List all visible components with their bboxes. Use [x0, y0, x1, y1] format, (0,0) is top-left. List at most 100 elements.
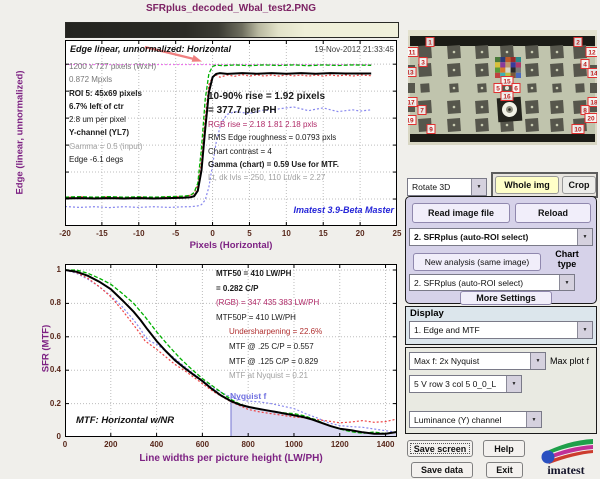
svg-text:3: 3 — [421, 60, 425, 67]
mtf-y-tick-label: 1 — [56, 265, 61, 274]
svg-text:1: 1 — [428, 40, 432, 47]
mtf-annotation-line: (RGB) = 347 435 383 LW/PH — [216, 298, 320, 308]
edge-annotation-line: 6.7% left of ctr — [69, 101, 124, 111]
roi-marker: 20 — [584, 113, 597, 123]
read-image-file-button[interactable]: Read image file — [412, 203, 510, 223]
chart-type-bottom-value: 2. SFRplus (auto-ROI select) — [414, 277, 524, 288]
mtf-x-tick-label: 400 — [149, 440, 164, 449]
imatest-logo: imatest — [541, 439, 593, 477]
roi-marker: 13 — [408, 67, 417, 77]
mtf-y-tick-label: 0 — [56, 432, 61, 441]
mtf-annotation-line: Undersharpening = 22.6% — [229, 327, 323, 337]
imatest-version-watermark: Imatest 3.9-Beta Master — [293, 205, 394, 215]
mtf-annotation-line: MTF50 = 410 LW/PH — [216, 269, 292, 278]
imatest-logo-text: imatest — [547, 463, 584, 477]
chart-type-top-value: 2. SFRplus (auto-ROI select) — [414, 232, 529, 242]
roi-marker: 14 — [587, 68, 597, 78]
timestamp: 19-Nov-2012 21:33:45 — [314, 45, 394, 54]
roi-marker: 7 — [417, 105, 427, 115]
chevron-down-icon: ▼ — [577, 229, 592, 245]
edge-annotation-line: RGB rise = 2.18 1.81 2.18 pxls — [208, 120, 318, 129]
edge-annotation-line: ROI 5: 45x69 pixels — [69, 88, 142, 98]
mtf-x-axis-label: Line widths per picture height (LW/PH) — [139, 453, 323, 464]
svg-text:11: 11 — [409, 50, 416, 57]
edge-x-tick-label: 5 — [247, 229, 252, 238]
roi-marker: 12 — [585, 47, 597, 57]
chevron-down-icon: ▼ — [559, 275, 574, 290]
svg-text:15: 15 — [503, 79, 511, 86]
rotate-3d-select[interactable]: Rotate 3D ▼ — [407, 178, 487, 196]
svg-text:5: 5 — [496, 86, 500, 93]
channel-select[interactable]: Luminance (Y) channel ▼ — [409, 411, 542, 428]
edge-x-tick-label: -20 — [59, 229, 71, 238]
whole-img-button[interactable]: Whole img — [495, 176, 559, 194]
roi-marker: 16 — [500, 91, 514, 101]
mtf-x-tick-label: 800 — [241, 440, 255, 449]
roi-marker: 9 — [426, 124, 436, 134]
edge-annotation-line: 2.8 um per pixel — [69, 115, 126, 125]
svg-text:18: 18 — [590, 100, 597, 107]
svg-text:17: 17 — [408, 100, 415, 107]
svg-text:6: 6 — [514, 86, 518, 93]
chevron-down-icon: ▼ — [577, 322, 592, 338]
save-data-button[interactable]: Save data — [411, 462, 473, 478]
mtf-annotation-line: MTF @ .25 C/P = 0.557 — [229, 341, 314, 351]
roi-select-value: 5 V row 3 col 5 0_0_L — [414, 379, 497, 389]
mtf-y-axis-label: SFR (MTF) — [40, 324, 52, 373]
roi-select[interactable]: 5 V row 3 col 5 0_0_L ▼ — [409, 375, 522, 393]
edge-x-tick-label: -10 — [132, 229, 145, 238]
edge-annotation-line: Y-channel (YL7) — [69, 128, 130, 138]
chart-type-select-top[interactable]: 2. SFRplus (auto-ROI select) ▼ — [409, 228, 593, 246]
edge-annotation-line: Gamma = 0.5 (input) — [69, 141, 143, 151]
edge-x-axis-label: Pixels (Horizontal) — [189, 240, 273, 251]
figure-title: SFRplus_decoded_Wbal_test2.PNG — [145, 3, 317, 14]
chevron-down-icon: ▼ — [526, 412, 541, 427]
edge-gradient-strip — [65, 22, 399, 38]
svg-text:2: 2 — [576, 40, 580, 47]
roi-marker: 1 — [425, 37, 435, 47]
edge-chart-title: Edge linear, unnormalized: Horizontal — [70, 44, 232, 54]
max-frequency-value: Max f: 2x Nyquist — [414, 356, 480, 366]
new-analysis-button[interactable]: New analysis (same image) — [413, 253, 541, 271]
imatest-sfrplus-window: SFRplus_decoded_Wbal_test2.PNG Edge line… — [0, 0, 600, 479]
edge-annotation-line: 10-90% rise = 1.92 pixels — [208, 91, 326, 102]
edge-annotation-line: Chart contrast = 4 — [208, 146, 272, 156]
edge-x-tick-label: -5 — [172, 229, 180, 238]
max-frequency-select[interactable]: Max f: 2x Nyquist ▼ — [409, 352, 546, 370]
mtf-x-tick-label: 0 — [62, 440, 68, 449]
roi-marker: 11 — [408, 47, 419, 57]
edge-roi-info: 1200 x 727 pixels (WxH) 0.872 Mpxls ROI 5:… — [69, 60, 156, 166]
mtf-x-tick-label: 200 — [104, 440, 118, 449]
mtf-y-tick-label: 0.8 — [49, 298, 61, 308]
nyquist-frequency-label: Nyquist f — [230, 391, 267, 401]
help-button[interactable]: Help — [483, 440, 525, 457]
edge-annotation-line: = 377.7 per PH — [208, 105, 277, 116]
crop-button[interactable]: Crop — [562, 176, 596, 194]
edge-y-axis-label: Edge (linear, unnormalized) — [14, 70, 26, 195]
roi-marker: 15 — [500, 76, 514, 86]
display-mode-select[interactable]: 1. Edge and MTF ▼ — [409, 321, 593, 339]
svg-text:12: 12 — [588, 50, 596, 57]
edge-annotation-line: RMS Edge roughness = 0.0793 pxls — [208, 133, 337, 143]
edge-annotation-line: Lt, dk lvls = 250, 110 Lt/dk = 2.27 — [208, 173, 326, 183]
roi-marker: 2 — [573, 37, 583, 47]
svg-text:13: 13 — [408, 70, 414, 77]
chevron-down-icon: ▼ — [530, 353, 545, 369]
roi-marker: 4 — [580, 59, 590, 69]
max-plot-f-label: Max plot f — [550, 356, 590, 366]
edge-x-tick-label: 10 — [281, 229, 291, 238]
edge-x-tick-label: 20 — [355, 229, 365, 238]
chart-image-preview: 1 211 123 413 14155 61617 187 819 209 10 — [408, 30, 597, 145]
mtf-annotation-line: MTF at Nyquist = 0.21 — [229, 371, 308, 381]
edge-rise-stats: 10-90% rise = 1.92 pixels = 377.7 per PH R… — [208, 90, 339, 184]
chart-type-select-bottom[interactable]: 2. SFRplus (auto-ROI select) ▼ — [409, 274, 575, 291]
roi-marker: 17 — [408, 97, 418, 107]
roi-marker: 10 — [571, 124, 585, 134]
reload-button[interactable]: Reload — [515, 203, 591, 223]
chevron-down-icon: ▼ — [471, 179, 486, 195]
save-screen-button[interactable]: Save screen — [407, 440, 473, 457]
more-settings-button[interactable]: More Settings — [460, 291, 552, 305]
exit-button[interactable]: Exit — [486, 462, 523, 478]
svg-text:16: 16 — [503, 94, 511, 101]
mtf-annotation-line: = 0.282 C/P — [216, 283, 259, 293]
